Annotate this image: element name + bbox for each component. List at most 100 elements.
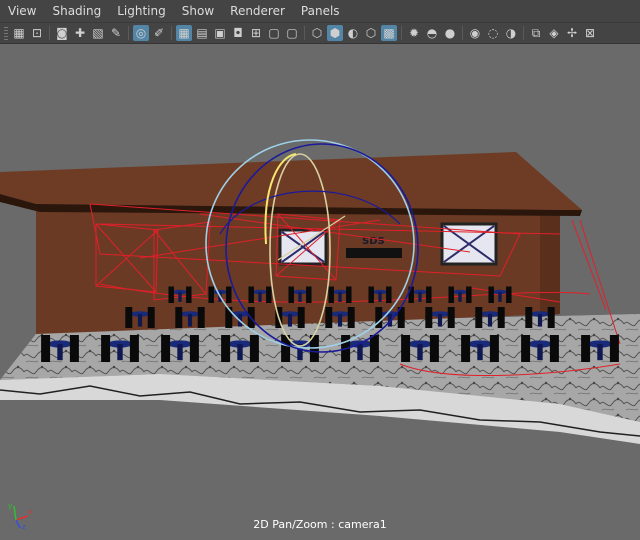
chair[interactable] bbox=[581, 335, 591, 362]
chair[interactable] bbox=[475, 307, 483, 328]
toolbar-grip[interactable] bbox=[4, 26, 8, 40]
toolbar-separator bbox=[171, 26, 172, 40]
chair[interactable] bbox=[249, 335, 259, 362]
gate-mask-icon[interactable]: ◘ bbox=[230, 25, 246, 41]
2d-pencil-icon[interactable]: ✐ bbox=[151, 25, 167, 41]
maya-viewport-window: View Shading Lighting Show Renderer Pane… bbox=[0, 0, 640, 540]
chair[interactable] bbox=[248, 286, 254, 304]
motion-blur-icon[interactable]: ◉ bbox=[467, 25, 483, 41]
chair[interactable] bbox=[609, 335, 619, 362]
chair[interactable] bbox=[386, 286, 392, 304]
wireframe-icon[interactable]: ⬡ bbox=[309, 25, 325, 41]
chair[interactable] bbox=[325, 307, 333, 328]
use-lights-icon[interactable]: ✹ bbox=[406, 25, 422, 41]
chair[interactable] bbox=[425, 307, 433, 328]
film-gate-icon[interactable]: ▤ bbox=[194, 25, 210, 41]
table-leg bbox=[487, 314, 493, 327]
menu-shading[interactable]: Shading bbox=[44, 0, 109, 22]
hud-camera-label: 2D Pan/Zoom : camera1 bbox=[253, 518, 387, 531]
resolution-gate-icon[interactable]: ▣ bbox=[212, 25, 228, 41]
camera-select-icon[interactable]: ▦ bbox=[11, 25, 27, 41]
table-leg bbox=[437, 314, 443, 327]
chair[interactable] bbox=[488, 286, 494, 304]
chair[interactable] bbox=[226, 286, 232, 304]
chair[interactable] bbox=[368, 286, 374, 304]
chair[interactable] bbox=[461, 335, 471, 362]
table-leg bbox=[597, 344, 603, 361]
image-plane-icon[interactable]: ▧ bbox=[90, 25, 106, 41]
chair[interactable] bbox=[408, 286, 414, 304]
wall-sign-logo bbox=[346, 248, 402, 258]
camera-lock-icon[interactable]: ⊡ bbox=[29, 25, 45, 41]
chair[interactable] bbox=[447, 307, 455, 328]
camera-attributes-icon[interactable]: ◙ bbox=[54, 25, 70, 41]
chair[interactable] bbox=[186, 286, 192, 304]
chair[interactable] bbox=[208, 286, 214, 304]
chair[interactable] bbox=[547, 307, 555, 328]
smooth-shade-icon[interactable]: ⬢ bbox=[327, 25, 343, 41]
3d-viewport[interactable]: SDS x y z 2D Pan/Zoom: camera1 bbox=[0, 44, 640, 540]
chair[interactable] bbox=[549, 335, 559, 362]
shadows-icon[interactable]: ◓ bbox=[424, 25, 440, 41]
menu-view[interactable]: View bbox=[0, 0, 44, 22]
chair[interactable] bbox=[101, 335, 111, 362]
table-leg bbox=[537, 344, 543, 361]
chair[interactable] bbox=[466, 286, 472, 304]
roof[interactable] bbox=[0, 152, 582, 210]
pan-zoom-icon[interactable]: ◎ bbox=[133, 25, 149, 41]
chair[interactable] bbox=[147, 307, 155, 328]
scene-canvas[interactable]: SDS bbox=[0, 44, 640, 540]
chair[interactable] bbox=[328, 286, 334, 304]
safe-action-icon[interactable]: ▢ bbox=[266, 25, 282, 41]
grid-icon[interactable]: ▦ bbox=[176, 25, 192, 41]
depth-of-field-icon[interactable]: ◑ bbox=[503, 25, 519, 41]
menu-renderer[interactable]: Renderer bbox=[222, 0, 293, 22]
chair[interactable] bbox=[347, 307, 355, 328]
chair[interactable] bbox=[168, 286, 174, 304]
toolbar-separator bbox=[304, 26, 305, 40]
chair[interactable] bbox=[189, 335, 199, 362]
chair[interactable] bbox=[369, 335, 379, 362]
chair[interactable] bbox=[221, 335, 231, 362]
chair[interactable] bbox=[125, 307, 133, 328]
chair[interactable] bbox=[297, 307, 305, 328]
chair[interactable] bbox=[266, 286, 272, 304]
chair[interactable] bbox=[306, 286, 312, 304]
axis-label-y: y bbox=[8, 502, 12, 510]
chair[interactable] bbox=[426, 286, 432, 304]
chair[interactable] bbox=[41, 335, 51, 362]
screen-space-ao-icon[interactable]: ● bbox=[442, 25, 458, 41]
chair[interactable] bbox=[506, 286, 512, 304]
chair[interactable] bbox=[197, 307, 205, 328]
chair[interactable] bbox=[429, 335, 439, 362]
xray-joints-icon[interactable]: ✢ bbox=[564, 25, 580, 41]
chair[interactable] bbox=[69, 335, 79, 362]
textured-icon[interactable]: ▩ bbox=[381, 25, 397, 41]
xray-components-icon[interactable]: ⊠ bbox=[582, 25, 598, 41]
chair[interactable] bbox=[448, 286, 454, 304]
chair[interactable] bbox=[525, 307, 533, 328]
chair[interactable] bbox=[175, 307, 183, 328]
menu-lighting[interactable]: Lighting bbox=[109, 0, 174, 22]
chair[interactable] bbox=[129, 335, 139, 362]
field-chart-icon[interactable]: ⊞ bbox=[248, 25, 264, 41]
wireframe-on-shaded-icon[interactable]: ⬡ bbox=[363, 25, 379, 41]
table-leg bbox=[537, 314, 543, 327]
xray-icon[interactable]: ◈ bbox=[546, 25, 562, 41]
chair[interactable] bbox=[288, 286, 294, 304]
multisample-aa-icon[interactable]: ◌ bbox=[485, 25, 501, 41]
table-leg bbox=[417, 344, 423, 361]
isolate-select-icon[interactable]: ⧉ bbox=[528, 25, 544, 41]
chair[interactable] bbox=[521, 335, 531, 362]
chair[interactable] bbox=[161, 335, 171, 362]
menu-panels[interactable]: Panels bbox=[293, 0, 348, 22]
chair[interactable] bbox=[401, 335, 411, 362]
chair[interactable] bbox=[489, 335, 499, 362]
chair[interactable] bbox=[346, 286, 352, 304]
menu-show[interactable]: Show bbox=[174, 0, 222, 22]
default-material-icon[interactable]: ◐ bbox=[345, 25, 361, 41]
chair[interactable] bbox=[497, 307, 505, 328]
grease-pencil-icon[interactable]: ✎ bbox=[108, 25, 124, 41]
bookmark-icon[interactable]: ✚ bbox=[72, 25, 88, 41]
safe-title-icon[interactable]: ▢ bbox=[284, 25, 300, 41]
